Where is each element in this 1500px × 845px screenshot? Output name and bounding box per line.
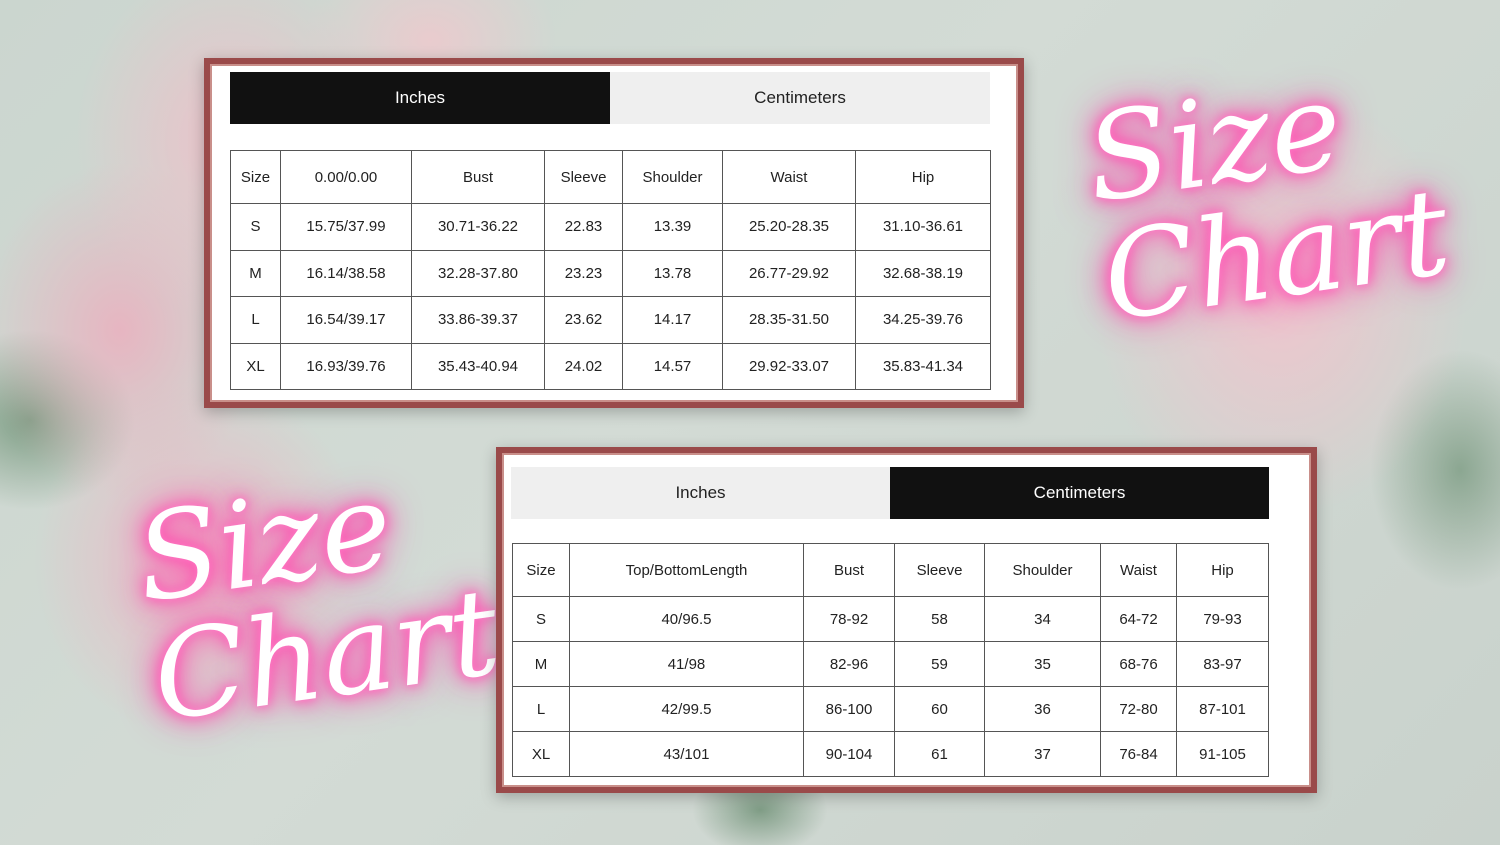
header-cell: Bust — [411, 150, 545, 204]
unit-tabs: Inches Centimeters — [511, 467, 1269, 519]
header-cell: Hip — [855, 150, 991, 204]
table-cell: 86-100 — [803, 686, 895, 732]
header-cell: Size — [512, 543, 570, 597]
table-cell: 29.92-33.07 — [722, 342, 856, 390]
header-cell: Waist — [722, 150, 856, 204]
table-row: L 42/99.5 86-100 60 36 72-80 87-101 — [512, 686, 1269, 732]
size-chart-neon-title-top: Size Chart — [1078, 57, 1458, 349]
header-cell: Top/BottomLength — [569, 543, 804, 597]
table-cell: 24.02 — [544, 342, 623, 390]
table-cell: 22.83 — [544, 203, 623, 251]
header-cell: Hip — [1176, 543, 1269, 597]
table-cell: 79-93 — [1176, 596, 1269, 642]
table-header-row: Size Top/BottomLength Bust Sleeve Should… — [512, 543, 1269, 597]
header-cell: Shoulder — [622, 150, 723, 204]
table-cell: 82-96 — [803, 641, 895, 687]
table-cell: 25.20-28.35 — [722, 203, 856, 251]
table-row: XL 43/101 90-104 61 37 76-84 91-105 — [512, 731, 1269, 777]
size-table-centimeters: Size Top/BottomLength Bust Sleeve Should… — [512, 543, 1269, 777]
table-cell: 28.35-31.50 — [722, 296, 856, 344]
table-cell: 87-101 — [1176, 686, 1269, 732]
table-row: XL 16.93/39.76 35.43-40.94 24.02 14.57 2… — [230, 342, 991, 390]
table-cell: 60 — [894, 686, 985, 732]
table-cell: 64-72 — [1100, 596, 1177, 642]
table-row: M 41/98 82-96 59 35 68-76 83-97 — [512, 641, 1269, 687]
table-cell: 61 — [894, 731, 985, 777]
table-cell: 15.75/37.99 — [280, 203, 412, 251]
header-cell: 0.00/0.00 — [280, 150, 412, 204]
neon-line-2: Chart — [1095, 162, 1458, 349]
size-chart-inches-panel: Inches Centimeters Size 0.00/0.00 Bust S… — [204, 58, 1024, 408]
table-cell: 35 — [984, 641, 1101, 687]
table-cell: 13.39 — [622, 203, 723, 251]
table-row: S 15.75/37.99 30.71-36.22 22.83 13.39 25… — [230, 203, 991, 251]
table-cell: 36 — [984, 686, 1101, 732]
table-cell: 30.71-36.22 — [411, 203, 545, 251]
table-cell: L — [230, 296, 281, 344]
table-cell: 16.54/39.17 — [280, 296, 412, 344]
table-cell: 31.10-36.61 — [855, 203, 991, 251]
table-cell: M — [230, 249, 281, 297]
table-cell: 83-97 — [1176, 641, 1269, 687]
table-cell: 14.17 — [622, 296, 723, 344]
table-header-row: Size 0.00/0.00 Bust Sleeve Shoulder Wais… — [230, 150, 991, 204]
header-cell: Sleeve — [894, 543, 985, 597]
table-cell: 90-104 — [803, 731, 895, 777]
table-cell: 43/101 — [569, 731, 804, 777]
table-row: S 40/96.5 78-92 58 34 64-72 79-93 — [512, 596, 1269, 642]
header-cell: Waist — [1100, 543, 1177, 597]
table-cell: 16.14/38.58 — [280, 249, 412, 297]
header-cell: Bust — [803, 543, 895, 597]
table-cell: 34 — [984, 596, 1101, 642]
table-cell: 41/98 — [569, 641, 804, 687]
table-cell: L — [512, 686, 570, 732]
table-cell: 33.86-39.37 — [411, 296, 545, 344]
table-cell: 37 — [984, 731, 1101, 777]
table-cell: 35.83-41.34 — [855, 342, 991, 390]
table-cell: 91-105 — [1176, 731, 1269, 777]
tab-inches[interactable]: Inches — [230, 72, 610, 124]
header-cell: Sleeve — [544, 150, 623, 204]
table-cell: XL — [512, 731, 570, 777]
table-cell: 76-84 — [1100, 731, 1177, 777]
table-cell: 13.78 — [622, 249, 723, 297]
table-cell: 68-76 — [1100, 641, 1177, 687]
header-cell: Size — [230, 150, 281, 204]
table-cell: S — [230, 203, 281, 251]
table-cell: 23.62 — [544, 296, 623, 344]
table-cell: S — [512, 596, 570, 642]
table-cell: 40/96.5 — [569, 596, 804, 642]
unit-tabs: Inches Centimeters — [230, 72, 990, 124]
table-cell: M — [512, 641, 570, 687]
table-cell: 34.25-39.76 — [855, 296, 991, 344]
table-cell: 58 — [894, 596, 985, 642]
table-cell: 16.93/39.76 — [280, 342, 412, 390]
table-cell: 32.28-37.80 — [411, 249, 545, 297]
table-cell: 42/99.5 — [569, 686, 804, 732]
tab-inches[interactable]: Inches — [511, 467, 890, 519]
table-cell: 35.43-40.94 — [411, 342, 545, 390]
size-chart-centimeters-panel: Inches Centimeters Size Top/BottomLength… — [496, 447, 1317, 793]
table-cell: XL — [230, 342, 281, 390]
table-cell: 32.68-38.19 — [855, 249, 991, 297]
neon-line-2: Chart — [145, 562, 508, 749]
table-cell: 26.77-29.92 — [722, 249, 856, 297]
header-cell: Shoulder — [984, 543, 1101, 597]
table-row: M 16.14/38.58 32.28-37.80 23.23 13.78 26… — [230, 249, 991, 297]
table-cell: 78-92 — [803, 596, 895, 642]
table-row: L 16.54/39.17 33.86-39.37 23.62 14.17 28… — [230, 296, 991, 344]
size-chart-neon-title-bottom: Size Chart — [128, 457, 508, 749]
table-cell: 59 — [894, 641, 985, 687]
table-cell: 72-80 — [1100, 686, 1177, 732]
size-table-inches: Size 0.00/0.00 Bust Sleeve Shoulder Wais… — [230, 150, 991, 390]
table-cell: 23.23 — [544, 249, 623, 297]
table-cell: 14.57 — [622, 342, 723, 390]
tab-centimeters[interactable]: Centimeters — [890, 467, 1269, 519]
tab-centimeters[interactable]: Centimeters — [610, 72, 990, 124]
